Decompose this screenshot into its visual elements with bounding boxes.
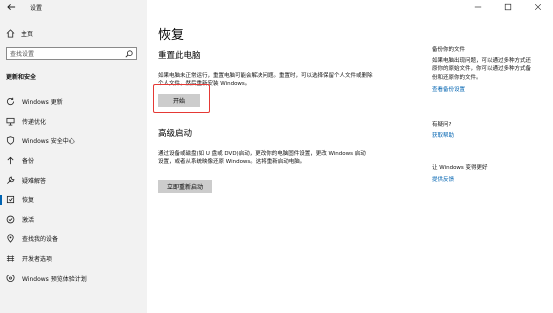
recovery-icon <box>6 195 15 204</box>
give-feedback-link[interactable]: 提供反馈 <box>432 175 488 183</box>
sidebar-item-label: 备份 <box>22 158 35 166</box>
find-device-icon <box>6 234 15 244</box>
sidebar-item-windows-update[interactable]: Windows 更新 <box>0 92 147 112</box>
sidebar-item-troubleshoot[interactable]: 疑难解答 <box>0 170 147 190</box>
sidebar-item-backup[interactable]: 备份 <box>0 151 147 171</box>
minimize-button[interactable] <box>463 0 493 14</box>
sidebar-item-label: Windows 更新 <box>22 99 63 107</box>
sidebar-item-label: Windows 预览体验计划 <box>22 275 87 283</box>
start-reset-button[interactable]: 开始 <box>158 94 200 107</box>
sidebar-item-recovery[interactable]: 恢复 <box>0 190 147 210</box>
sidebar-item-developer-options[interactable]: 开发者选项 <box>0 249 147 269</box>
feedback-title: 让 Windows 变得更好 <box>432 165 488 171</box>
close-button[interactable] <box>523 0 553 14</box>
backup-arrow-icon <box>6 156 15 165</box>
section-title: 更新和安全 <box>6 74 37 81</box>
search-input[interactable] <box>10 49 120 59</box>
help-title: 有疑问? <box>432 122 452 128</box>
sidebar-item-home[interactable]: 主页 <box>6 28 136 38</box>
wrench-icon <box>6 176 15 185</box>
sidebar-item-label: 传递优化 <box>22 118 47 126</box>
reset-pc-description: 如果电脑未正常运行，重置电脑可能会解决问题。重置时，可以选择保留个人文件或删除个… <box>158 73 373 88</box>
get-help-link[interactable]: 获取帮助 <box>432 131 454 139</box>
insider-icon <box>6 274 15 283</box>
developer-icon <box>6 254 15 263</box>
sidebar-item-label: Windows 安全中心 <box>22 138 75 146</box>
maximize-button[interactable] <box>493 0 523 14</box>
home-icon <box>6 28 15 38</box>
search-box[interactable] <box>6 47 137 60</box>
minimize-icon <box>474 6 482 8</box>
help-panel: 有疑问? 获取帮助 <box>432 120 454 139</box>
sidebar-item-activation[interactable]: 激活 <box>0 210 147 230</box>
window-controls <box>463 0 553 14</box>
backup-panel: 备份你的文件 如果电脑出现问题，可以通过多种方式还原你的原始文件，你可以通过多种… <box>432 45 532 93</box>
activation-check-icon <box>6 215 15 224</box>
sidebar-item-label: 开发者选项 <box>22 256 53 264</box>
sidebar-item-label: 主页 <box>21 30 34 38</box>
sidebar-item-windows-insider[interactable]: Windows 预览体验计划 <box>0 268 147 288</box>
restart-now-button[interactable]: 立即重新启动 <box>158 180 212 193</box>
window-title: 设置 <box>30 5 43 12</box>
delivery-icon <box>6 117 15 126</box>
advanced-startup-heading: 高级启动 <box>158 129 193 139</box>
sidebar-item-label: 恢复 <box>22 197 35 205</box>
sidebar-item-label: 激活 <box>22 216 35 224</box>
sidebar-item-delivery-optimization[interactable]: 传递优化 <box>0 112 147 132</box>
search-icon[interactable] <box>125 50 133 58</box>
maximize-icon <box>504 3 512 11</box>
sidebar-item-find-my-device[interactable]: 查找我的设备 <box>0 229 147 249</box>
sidebar-item-windows-security[interactable]: Windows 安全中心 <box>0 131 147 151</box>
sidebar-nav: Windows 更新 传递优化 Windows 安全中心 备份 疑难解答 恢复 … <box>0 92 147 288</box>
backup-text: 如果电脑出现问题，可以通过多种方式还原你的原始文件，你可以通过多种方式备份和还原… <box>432 58 532 81</box>
backup-title: 备份你的文件 <box>432 47 466 53</box>
feedback-panel: 让 Windows 变得更好 提供反馈 <box>432 163 488 183</box>
title-bar: 设置 <box>0 0 147 14</box>
close-icon <box>534 3 542 11</box>
shield-icon <box>6 136 15 146</box>
refresh-icon <box>6 97 15 106</box>
view-backup-settings-link[interactable]: 查看备份设置 <box>432 85 532 93</box>
back-arrow-icon[interactable] <box>7 3 16 11</box>
sidebar: 设置 主页 更新和安全 Windows 更新 传递优化 <box>0 0 147 313</box>
advanced-startup-description: 通过设备或磁盘(如 U 盘或 DVD)启动，更改你的电脑固件设置，更改 Wind… <box>158 151 366 166</box>
reset-pc-heading: 重置此电脑 <box>158 51 201 61</box>
sidebar-item-label: 查找我的设备 <box>22 236 59 244</box>
sidebar-item-label: 疑难解答 <box>22 177 47 185</box>
page-title: 恢复 <box>158 28 185 43</box>
